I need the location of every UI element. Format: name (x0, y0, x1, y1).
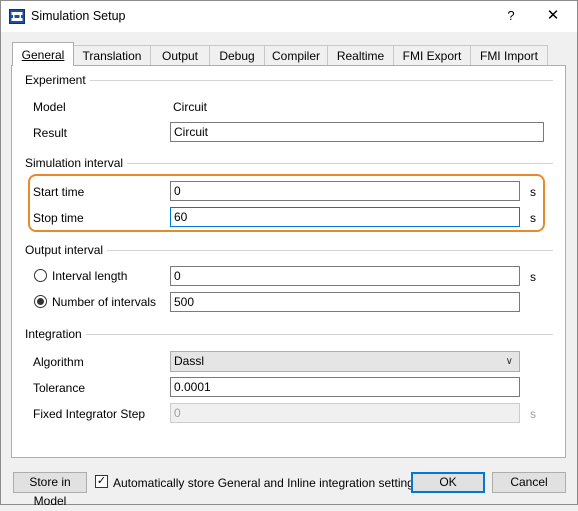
fixed-integrator-step-input: 0 (170, 403, 520, 423)
algorithm-label: Algorithm (33, 355, 84, 369)
tolerance-label: Tolerance (33, 381, 86, 395)
output-interval-group-title: Output interval (25, 243, 108, 257)
window-title: Simulation Setup (31, 9, 126, 23)
model-value: Circuit (173, 100, 208, 114)
fixed-integrator-step-label: Fixed Integrator Step (33, 407, 146, 421)
tab-output[interactable]: Output (150, 45, 210, 65)
algorithm-value: Dassl (174, 354, 205, 368)
model-label: Model (33, 100, 66, 114)
help-button[interactable]: ? (501, 5, 521, 27)
ok-button[interactable]: OK (411, 472, 485, 493)
tab-translation[interactable]: Translation (73, 45, 151, 65)
close-button[interactable]: ✕ (539, 5, 567, 27)
number-of-intervals-radio[interactable] (34, 295, 47, 308)
app-icon (9, 9, 25, 24)
tab-debug[interactable]: Debug (209, 45, 265, 65)
simulation-interval-group-title: Simulation interval (25, 156, 128, 170)
experiment-group-title: Experiment (25, 73, 90, 87)
number-of-intervals-input[interactable]: 500 (170, 292, 520, 312)
auto-store-label[interactable]: Automatically store General and Inline i… (113, 476, 420, 490)
title-bar: Simulation Setup ? ✕ (1, 1, 577, 32)
fixed-step-unit: s (530, 407, 536, 421)
auto-store-checkbox[interactable]: ✓ (95, 475, 108, 488)
algorithm-select[interactable]: Dassl ∨ (170, 351, 520, 372)
simulation-setup-dialog: Simulation Setup ? ✕ General Translation… (0, 0, 578, 508)
result-label: Result (33, 126, 68, 140)
tab-fmi-import[interactable]: FMI Import (470, 45, 548, 65)
stop-time-input[interactable]: 60 (170, 207, 520, 227)
chevron-down-icon: ∨ (505, 356, 513, 367)
checkmark-icon: ✓ (96, 475, 107, 487)
interval-length-radio[interactable] (34, 269, 47, 282)
experiment-divider (31, 80, 553, 81)
tolerance-input[interactable]: 0.0001 (170, 377, 520, 397)
interval-length-input[interactable]: 0 (170, 266, 520, 286)
tab-compiler[interactable]: Compiler (264, 45, 328, 65)
tab-realtime[interactable]: Realtime (327, 45, 394, 65)
stop-time-label: Stop time (33, 211, 84, 225)
interval-length-label[interactable]: Interval length (52, 269, 127, 283)
interval-length-unit: s (530, 270, 536, 284)
output-interval-divider (31, 250, 553, 251)
start-time-label: Start time (33, 185, 85, 199)
tab-general[interactable]: General (12, 42, 74, 66)
store-in-model-button[interactable]: Store in Model (13, 472, 87, 508)
result-input[interactable]: Circuit (170, 122, 544, 142)
stop-time-unit: s (530, 211, 536, 225)
integration-divider (31, 334, 553, 335)
cancel-button[interactable]: Cancel (492, 472, 566, 493)
start-time-input[interactable]: 0 (170, 181, 520, 201)
number-of-intervals-label[interactable]: Number of intervals (52, 295, 156, 309)
start-time-unit: s (530, 185, 536, 199)
radio-selected-dot (37, 298, 44, 305)
tab-fmi-export[interactable]: FMI Export (393, 45, 471, 65)
integration-group-title: Integration (25, 327, 86, 341)
